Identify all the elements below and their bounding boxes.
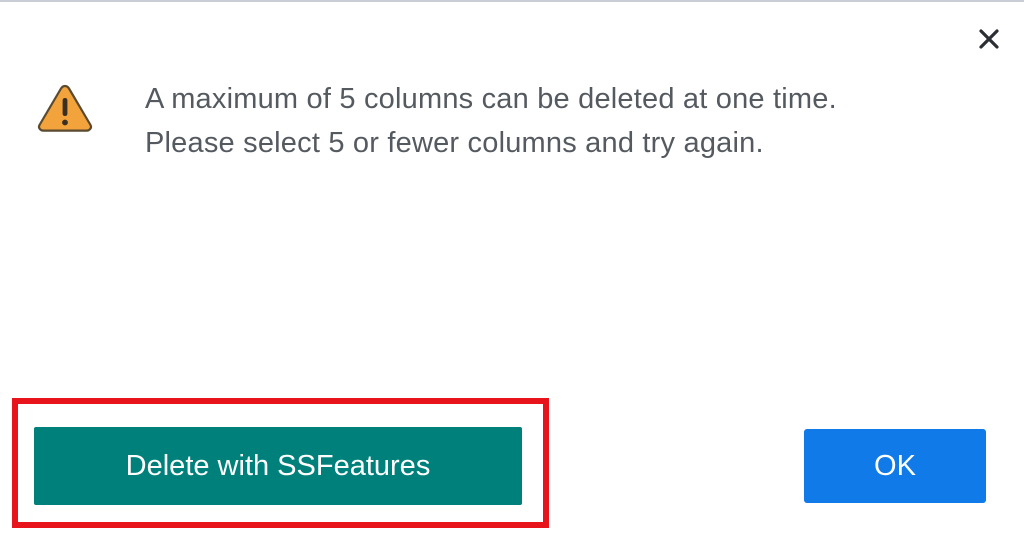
dialog-message: A maximum of 5 columns can be deleted at… bbox=[145, 83, 837, 159]
ok-button[interactable]: OK bbox=[804, 429, 986, 503]
close-icon bbox=[979, 29, 999, 49]
delete-with-ssfeatures-button[interactable]: Delete with SSFeatures bbox=[34, 427, 522, 505]
alert-dialog: A maximum of 5 columns can be deleted at… bbox=[0, 0, 1024, 542]
close-button[interactable] bbox=[974, 24, 1004, 54]
warning-icon bbox=[37, 84, 93, 132]
